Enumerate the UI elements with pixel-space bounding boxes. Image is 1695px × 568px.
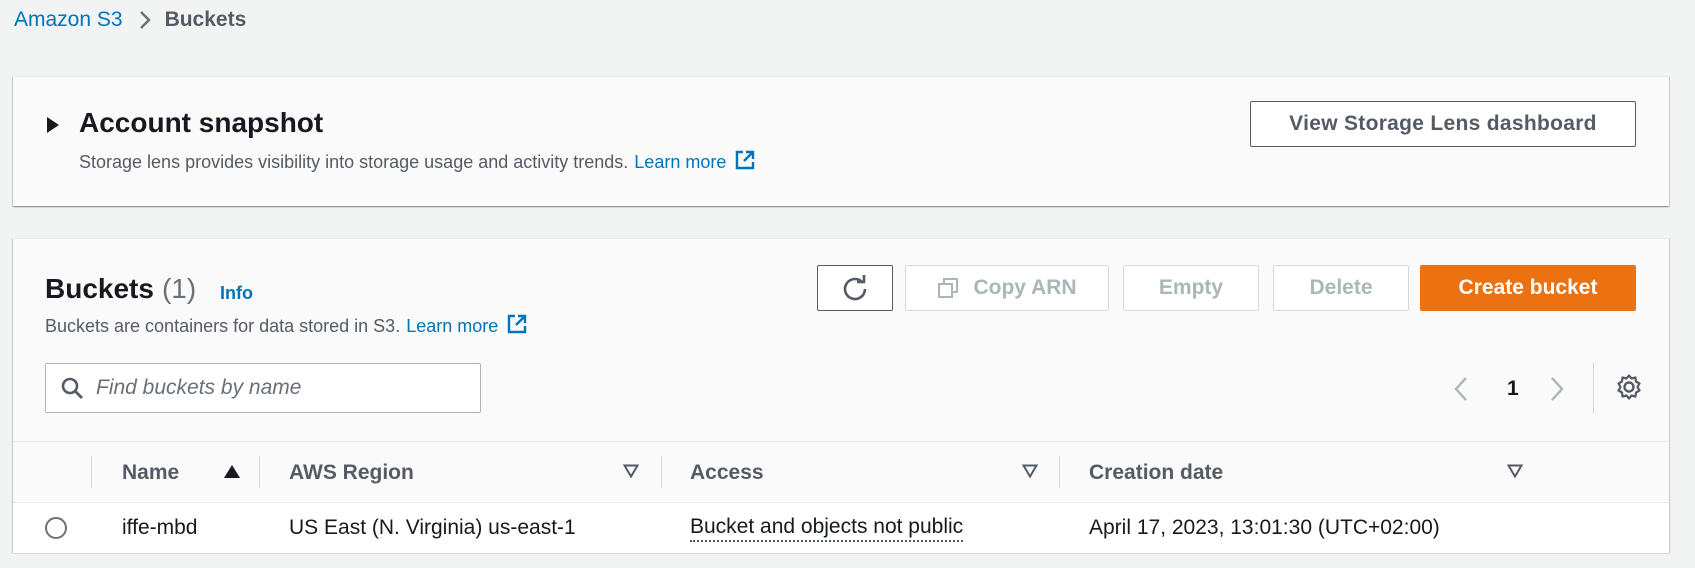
buckets-description-text: Buckets are containers for data stored i… [45,316,401,336]
external-link-icon[interactable] [734,149,756,176]
page-number[interactable]: 1 [1507,377,1519,401]
search-input[interactable] [96,376,456,400]
snapshot-title[interactable]: Account snapshot [79,107,323,139]
sort-ascending-icon[interactable] [223,464,241,485]
caret-right-icon[interactable] [47,117,59,133]
info-link[interactable]: Info [220,283,253,304]
create-bucket-button[interactable]: Create bucket [1420,265,1636,311]
bucket-region: US East (N. Virginia) us-east-1 [289,516,576,539]
gear-icon[interactable] [1615,373,1643,401]
bucket-name-link[interactable]: iffe-mbd [122,503,197,553]
buckets-description: Buckets are containers for data stored i… [45,313,528,340]
column-name[interactable]: Name [122,442,179,504]
refresh-icon [841,274,869,302]
empty-button[interactable]: Empty [1123,265,1259,311]
filter-down-icon[interactable] [1021,464,1039,483]
view-storage-lens-button[interactable]: View Storage Lens dashboard [1250,101,1636,147]
refresh-button[interactable] [817,265,893,311]
chevron-left-icon[interactable] [1453,369,1469,409]
snapshot-description-text: Storage lens provides visibility into st… [79,152,629,172]
table-header: Name AWS Region Access Creation date [13,441,1669,503]
column-divider [91,456,92,488]
column-aws-region[interactable]: AWS Region [289,442,414,504]
delete-button[interactable]: Delete [1273,265,1409,311]
buckets-learn-more-link[interactable]: Learn more [406,316,498,337]
buckets-title-text: Buckets [45,273,154,304]
filter-down-icon[interactable] [1506,464,1524,483]
buckets-count: (1) [161,273,197,304]
column-access[interactable]: Access [690,442,764,504]
bucket-access: Bucket and objects not public [690,503,964,553]
buckets-title: Buckets (1) [45,273,196,305]
breadcrumb: Amazon S3 Buckets [14,6,246,34]
search-icon [60,376,84,400]
chevron-right-icon[interactable] [1549,369,1565,409]
copy-arn-button[interactable]: Copy ARN [905,265,1109,311]
column-creation-date[interactable]: Creation date [1089,442,1223,504]
column-divider [1059,456,1060,488]
breadcrumb-amazon-s3[interactable]: Amazon S3 [14,8,123,32]
snapshot-description: Storage lens provides visibility into st… [79,149,756,176]
pager-divider [1593,363,1594,413]
bucket-access-text[interactable]: Bucket and objects not public [690,515,964,542]
column-divider [259,456,260,488]
column-divider [661,456,662,488]
search-box [45,363,481,413]
filter-down-icon[interactable] [622,464,640,483]
buckets-panel: Buckets (1) Info Buckets are containers … [13,238,1669,553]
bucket-creation-date: April 17, 2023, 13:01:30 (UTC+02:00) [1089,516,1440,539]
chevron-right-icon [139,10,151,30]
copy-arn-label: Copy ARN [973,276,1077,299]
copy-icon [937,277,959,299]
table-row: iffe-mbd US East (N. Virginia) us-east-1… [13,503,1669,553]
row-select-radio[interactable] [45,517,67,539]
breadcrumb-current: Buckets [164,8,247,31]
snapshot-learn-more-link[interactable]: Learn more [634,152,726,173]
account-snapshot-panel: Account snapshot Storage lens provides v… [13,76,1669,206]
external-link-icon[interactable] [506,313,528,340]
